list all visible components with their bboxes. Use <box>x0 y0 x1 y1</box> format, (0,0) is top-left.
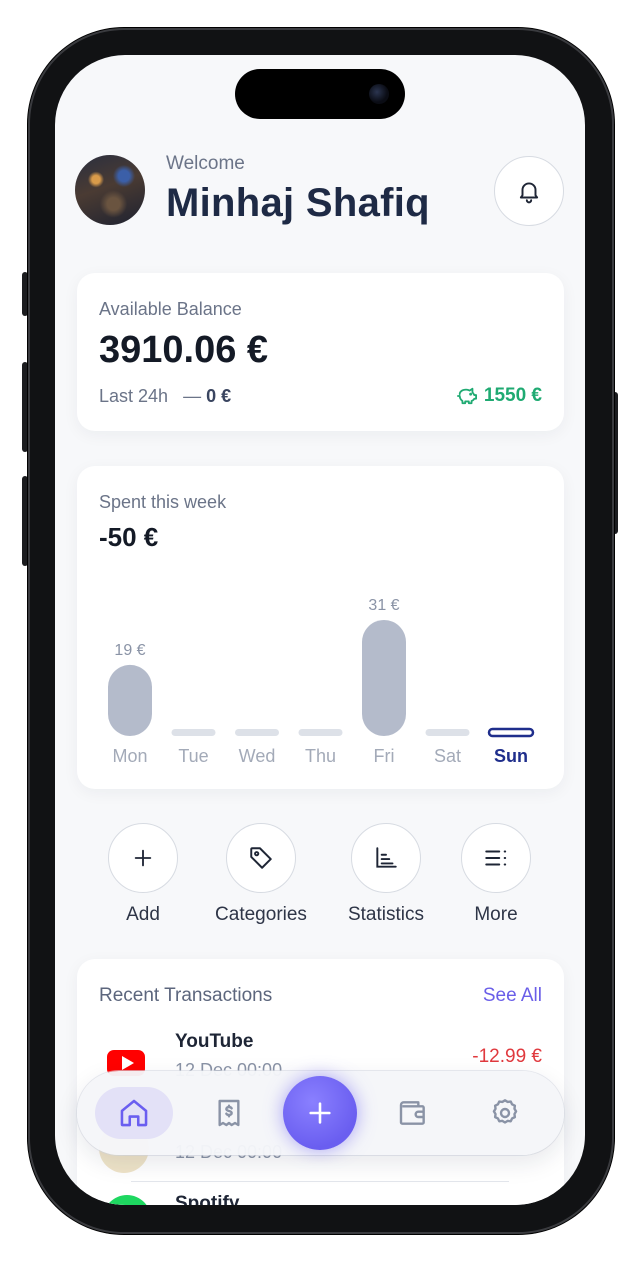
menu-icon <box>485 850 507 866</box>
day-label-wed[interactable]: Wed <box>239 746 276 766</box>
bar-value-label: 19 € <box>114 642 145 659</box>
chart-bar-tue[interactable] <box>171 729 216 736</box>
chart-bar-thu[interactable] <box>298 729 343 736</box>
last-24h-label: Last 24h <box>99 386 169 406</box>
day-label-sun[interactable]: Sun <box>494 746 528 766</box>
savings-value: 1550 € <box>483 385 542 406</box>
tag-icon <box>250 847 272 869</box>
notifications-button[interactable] <box>494 156 564 226</box>
spotify-logo-icon <box>103 1195 151 1205</box>
nav-home[interactable] <box>108 1087 160 1139</box>
nav-settings[interactable] <box>479 1087 531 1139</box>
transaction-amount: -12.99 € <box>472 1046 542 1067</box>
statistics-action-circle[interactable] <box>351 823 421 893</box>
plus-icon <box>134 849 152 867</box>
add-icon <box>309 1102 331 1124</box>
day-label-thu[interactable]: Thu <box>305 746 336 766</box>
transaction-row[interactable]: Spotify <box>77 1191 564 1205</box>
spent-card: Spent this week -50 € 19 € Mon Tue Wed Thu 31… <box>77 466 564 789</box>
bottom-nav <box>77 1071 564 1155</box>
day-label-fri[interactable]: Fri <box>374 746 395 766</box>
chart-bar-wed[interactable] <box>235 729 279 736</box>
last-24h-dash: — <box>183 386 202 406</box>
add-transaction-button[interactable] <box>283 1076 357 1150</box>
categories-action[interactable]: Categories <box>206 823 316 926</box>
more-action-label: More <box>474 904 518 925</box>
see-all-link[interactable]: See All <box>483 985 542 1007</box>
chart-icon <box>376 847 397 868</box>
settings-icon <box>492 1099 518 1124</box>
add-action-label: Add <box>126 904 160 925</box>
chart-bar-fri[interactable] <box>362 620 406 736</box>
receipt-icon <box>218 1099 240 1127</box>
balance-label: Available Balance <box>99 299 242 319</box>
bar-value-label: 31 € <box>368 597 399 614</box>
last-24h-value: 0 € <box>206 386 232 406</box>
weekly-spending-chart: 19 € Mon Tue Wed Thu 31 € Fri Sat Sun <box>108 597 535 766</box>
piggy-bank-icon <box>456 387 477 405</box>
savings-amount[interactable]: 1550 € <box>456 385 542 407</box>
transactions-title: Recent Transactions <box>99 985 273 1006</box>
more-action-circle[interactable] <box>461 823 531 893</box>
balance-value: 3910.06 € <box>99 329 269 371</box>
add-action-circle[interactable] <box>108 823 178 893</box>
chart-bar-sun[interactable] <box>487 727 535 738</box>
dynamic-island <box>235 69 405 119</box>
day-label-tue[interactable]: Tue <box>178 746 208 766</box>
chart-bar-sat[interactable] <box>425 729 470 736</box>
more-action[interactable]: More <box>441 823 551 926</box>
home-icon <box>120 1099 148 1127</box>
wallet-icon <box>399 1101 425 1125</box>
user-name: Minhaj Shafiq <box>166 181 430 225</box>
bell-icon <box>519 182 539 204</box>
day-label-sat[interactable]: Sat <box>434 746 461 766</box>
balance-card: Available Balance 3910.06 € Last 24h — 0… <box>77 273 564 431</box>
statistics-action-label: Statistics <box>347 904 425 925</box>
welcome-text: Welcome <box>166 153 245 174</box>
camera-icon <box>369 84 389 104</box>
nav-wallet[interactable] <box>387 1087 439 1139</box>
categories-action-label: Categories <box>215 904 307 925</box>
row-divider <box>131 1181 509 1182</box>
nav-transactions[interactable] <box>203 1087 255 1139</box>
transaction-name: YouTube <box>175 1031 254 1052</box>
app-screen: Welcome Minhaj Shafiq Available Balance … <box>55 55 585 1205</box>
add-action[interactable]: Add <box>88 823 198 926</box>
day-label-mon[interactable]: Mon <box>112 746 147 766</box>
chart-bar-mon[interactable] <box>108 664 152 736</box>
categories-action-circle[interactable] <box>226 823 296 893</box>
transaction-name: Spotify <box>175 1193 240 1205</box>
phone-frame: Welcome Minhaj Shafiq Available Balance … <box>28 28 614 1234</box>
statistics-action[interactable]: Statistics <box>331 823 441 926</box>
avatar[interactable] <box>75 155 145 225</box>
last-24h: Last 24h — 0 € <box>99 386 231 407</box>
